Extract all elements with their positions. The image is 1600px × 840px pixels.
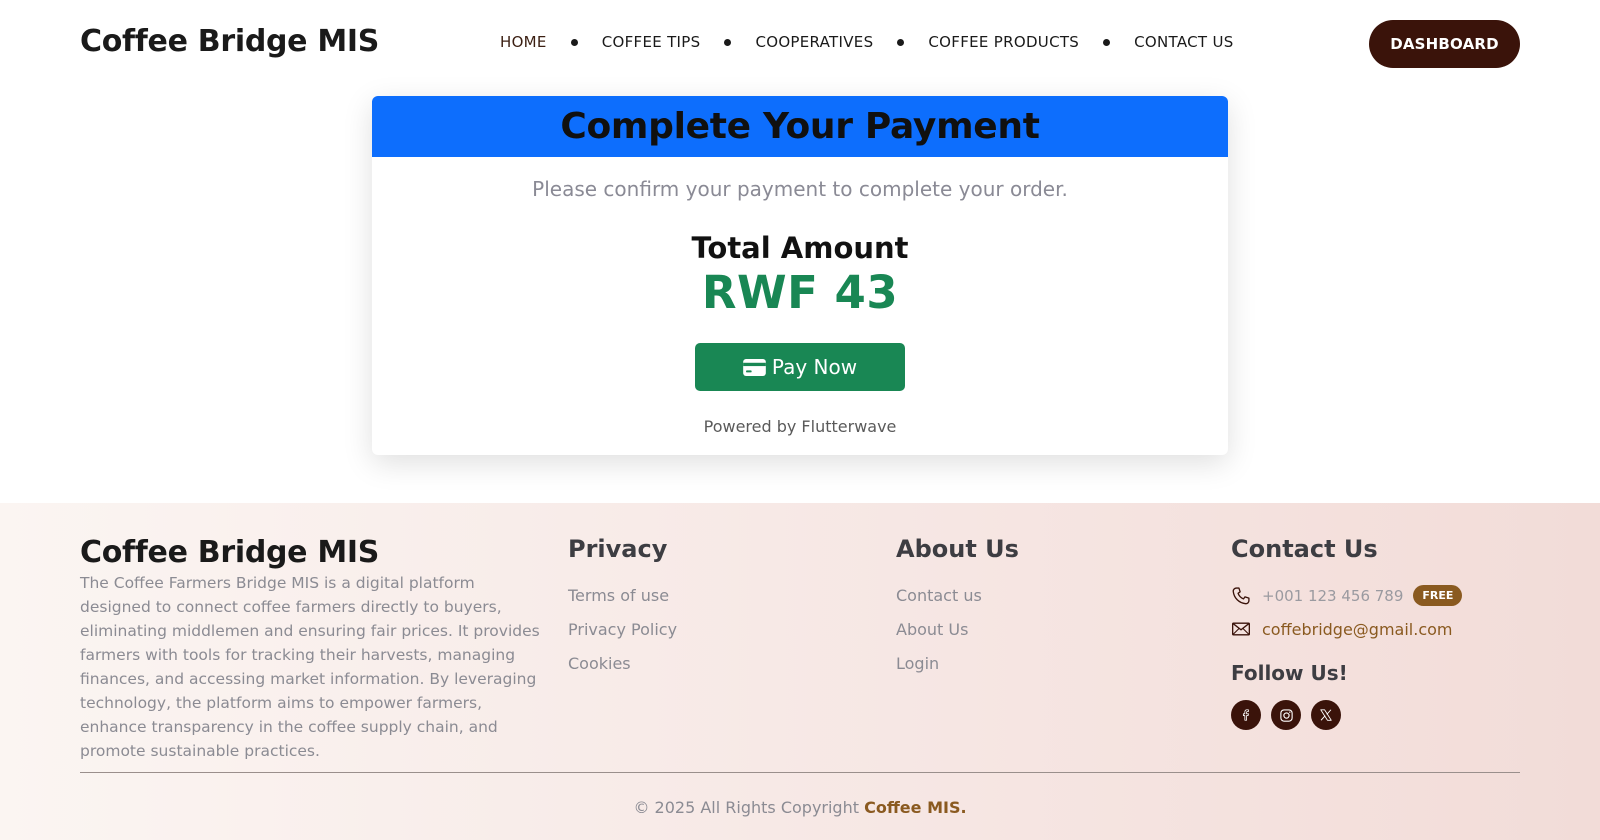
facebook-icon[interactable] bbox=[1231, 700, 1261, 730]
copyright: © 2025 All Rights Copyright Coffee MIS. bbox=[0, 798, 1600, 817]
nav-separator bbox=[570, 38, 578, 46]
x-glyph bbox=[1320, 709, 1332, 721]
nav-separator bbox=[724, 38, 732, 46]
instagram-icon[interactable] bbox=[1271, 700, 1301, 730]
free-badge: FREE bbox=[1413, 585, 1463, 606]
credit-card-icon bbox=[743, 358, 766, 376]
footer-link-contact[interactable]: Contact us bbox=[896, 586, 982, 605]
phone-icon bbox=[1232, 586, 1250, 604]
total-amount-label: Total Amount bbox=[691, 231, 909, 265]
footer-description: The Coffee Farmers Bridge MIS is a digit… bbox=[80, 574, 540, 760]
follow-us-label: Follow Us! bbox=[1231, 661, 1348, 685]
copyright-brand: Coffee MIS. bbox=[864, 798, 967, 817]
nav-separator bbox=[1103, 38, 1111, 46]
social-links bbox=[1231, 700, 1351, 730]
footer-link-privacy-policy[interactable]: Privacy Policy bbox=[568, 620, 677, 639]
payment-title: Complete Your Payment bbox=[560, 106, 1040, 147]
footer-link-cookies[interactable]: Cookies bbox=[568, 654, 631, 673]
x-icon[interactable] bbox=[1311, 700, 1341, 730]
instagram-glyph bbox=[1279, 708, 1293, 722]
footer-contact-title: Contact Us bbox=[1231, 535, 1378, 563]
nav-coffee-tips[interactable]: COFFEE TIPS bbox=[602, 33, 701, 51]
mail-icon bbox=[1232, 622, 1250, 636]
site-header: Coffee Bridge MIS HOME COFFEE TIPS COOPE… bbox=[0, 0, 1600, 86]
dashboard-button[interactable]: DASHBOARD bbox=[1369, 20, 1520, 68]
footer-phone: +001 123 456 789 bbox=[1262, 586, 1404, 605]
copyright-text: © 2025 All Rights Copyright bbox=[633, 798, 859, 817]
footer-about-title: About Us bbox=[896, 535, 1019, 563]
facebook-glyph bbox=[1242, 709, 1249, 721]
site-footer: Coffee Bridge MIS The Coffee Farmers Bri… bbox=[0, 503, 1600, 840]
nav-coffee-products[interactable]: COFFEE PRODUCTS bbox=[928, 33, 1079, 51]
pay-now-button[interactable]: Pay Now bbox=[695, 343, 905, 391]
nav-cooperatives[interactable]: COOPERATIVES bbox=[755, 33, 873, 51]
footer-phone-row: +001 123 456 789 FREE bbox=[1231, 585, 1463, 606]
powered-by-text: Powered by Flutterwave bbox=[703, 417, 897, 436]
footer-email-link[interactable]: coffebridge@gmail.com bbox=[1262, 620, 1452, 639]
nav-home[interactable]: HOME bbox=[500, 33, 547, 51]
nav-separator bbox=[897, 38, 905, 46]
site-brand[interactable]: Coffee Bridge MIS bbox=[80, 24, 379, 59]
footer-divider bbox=[80, 772, 1520, 773]
footer-link-terms[interactable]: Terms of use bbox=[568, 586, 669, 605]
footer-link-login[interactable]: Login bbox=[896, 654, 939, 673]
main-nav: HOME COFFEE TIPS COOPERATIVES COFFEE PRO… bbox=[500, 33, 1234, 51]
footer-privacy-title: Privacy bbox=[568, 535, 668, 563]
payment-subtitle: Please confirm your payment to complete … bbox=[532, 177, 1068, 201]
total-amount-value: RWF 43 bbox=[701, 266, 899, 319]
footer-link-about[interactable]: About Us bbox=[896, 620, 968, 639]
footer-email-row: coffebridge@gmail.com bbox=[1231, 619, 1452, 639]
nav-contact-us[interactable]: CONTACT US bbox=[1134, 33, 1233, 51]
footer-brand: Coffee Bridge MIS bbox=[80, 535, 380, 570]
pay-now-label: Pay Now bbox=[771, 355, 858, 379]
payment-card: Complete Your Payment Please confirm you… bbox=[372, 96, 1228, 455]
payment-card-header: Complete Your Payment bbox=[372, 96, 1228, 157]
